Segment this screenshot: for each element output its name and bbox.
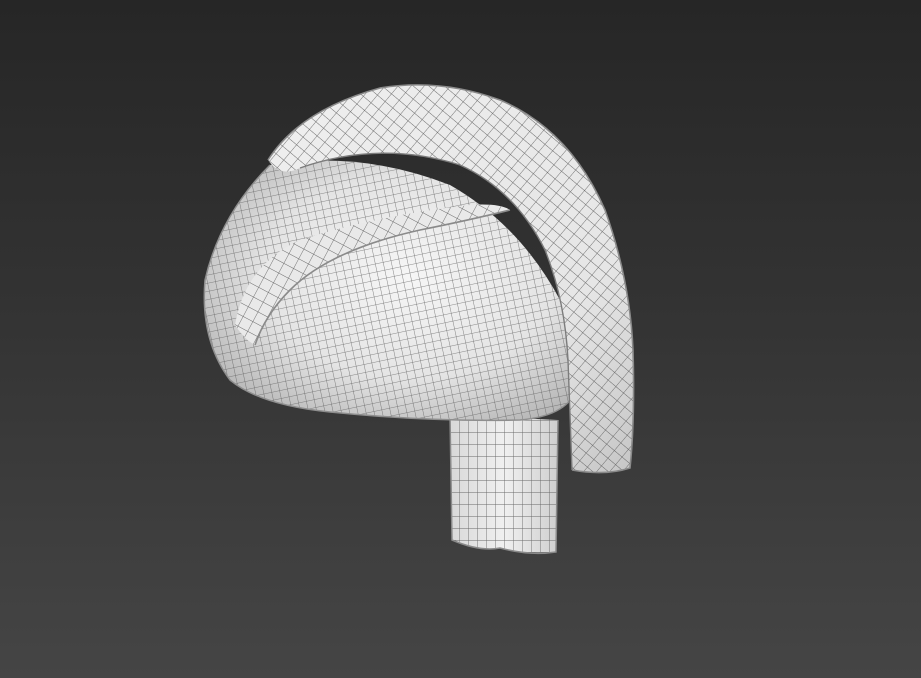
turban-mesh-model[interactable]: [0, 0, 921, 678]
3d-viewport[interactable]: [0, 0, 921, 678]
tail-piece: [449, 414, 559, 555]
